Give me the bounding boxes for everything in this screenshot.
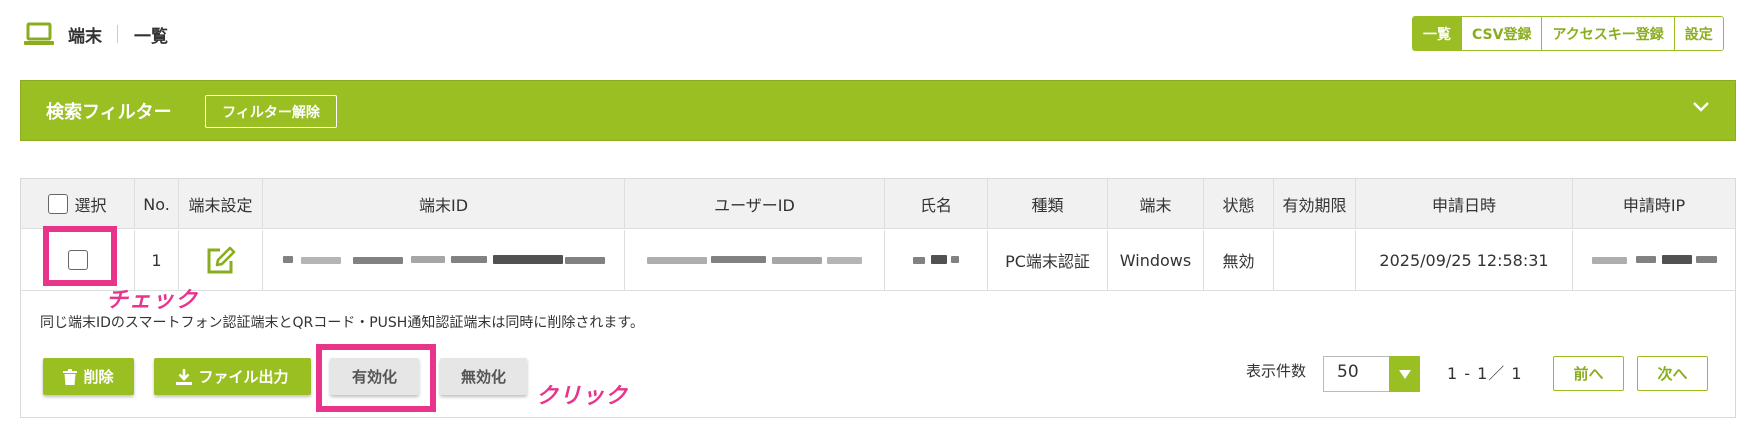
annotation-click: クリック [536,384,629,409]
chevron-down-icon[interactable] [1691,100,1711,114]
top-tab-group: 一覧 CSV登録 アクセスキー登録 設定 [1412,16,1724,51]
column-no: No. [135,179,179,229]
search-filter-title: 検索フィルター [46,102,172,123]
trash-icon [63,368,78,385]
download-icon [176,368,193,385]
edit-icon[interactable] [205,245,237,275]
redacted-ip [1591,253,1717,267]
column-device-settings: 端末設定 [179,179,263,229]
delete-note: 同じ端末IDのスマートフォン認証端末とQRコード・PUSH通知認証端末は同時に削… [40,315,644,331]
table-row-expiry [1274,230,1356,290]
pagination-range: 1 - 1／ 1 [1447,364,1523,383]
redacted-user-id [647,252,862,268]
select-all-checkbox[interactable] [48,194,69,214]
delete-button[interactable]: 削除 [43,358,134,395]
column-device-id: 端末ID [263,179,625,229]
clear-filter-button[interactable]: フィルター解除 [205,95,337,128]
highlight-box-enable [316,344,436,412]
table-row-settings-cell [179,230,263,290]
tab-list[interactable]: 一覧 [1413,17,1461,50]
table-row-applied-at: 2025/09/25 12:58:31 [1356,230,1573,290]
table-row-user-id [625,230,885,290]
table-row-status: 無効 [1204,230,1274,290]
column-select-label: 選択 [74,196,107,215]
page-subtitle: 一覧 [134,27,168,47]
highlight-box-checkbox [43,226,117,286]
tab-csv-register[interactable]: CSV登録 [1461,17,1542,50]
delete-button-label: 削除 [83,368,114,386]
tab-settings[interactable]: 設定 [1673,17,1723,50]
column-applied-ip: 申請時IP [1622,196,1686,215]
file-export-button[interactable]: ファイル出力 [154,358,311,395]
breadcrumb-divider [117,25,118,43]
column-expiry: 有効期限 [1274,179,1356,229]
redacted-name [913,253,959,267]
per-page-label: 表示件数 [1246,362,1307,380]
prev-page-button[interactable]: 前へ [1553,356,1624,391]
table-row-type: PC端末認証 [988,230,1108,290]
per-page-dropdown-arrow[interactable] [1389,356,1420,392]
column-status: 状態 [1204,179,1274,229]
next-page-button[interactable]: 次へ [1637,356,1708,391]
disable-button[interactable]: 無効化 [440,358,527,395]
column-select: 選択 [21,179,135,229]
redacted-device-id [282,253,605,267]
column-device: 端末 [1108,179,1204,229]
page-title: 端末 [68,27,102,47]
table-row-applied-ip [1573,230,1735,290]
table-row-no: 1 [135,230,179,290]
tab-access-key-register[interactable]: アクセスキー登録 [1541,17,1674,50]
file-export-button-label: ファイル出力 [198,368,289,386]
per-page-value: 50 [1337,362,1359,382]
annotation-check: チェック [106,288,199,313]
column-user-id: ユーザーID [625,179,885,229]
table-row-device-id [263,230,625,290]
table-row-device: Windows [1108,230,1204,290]
laptop-icon [24,22,54,45]
table-row-name [885,230,988,290]
column-applied-at: 申請日時 [1356,179,1573,229]
column-name: 氏名 [885,179,988,229]
column-type: 種類 [988,179,1108,229]
triangle-down-icon [1398,369,1411,379]
row-divider [21,290,1735,291]
